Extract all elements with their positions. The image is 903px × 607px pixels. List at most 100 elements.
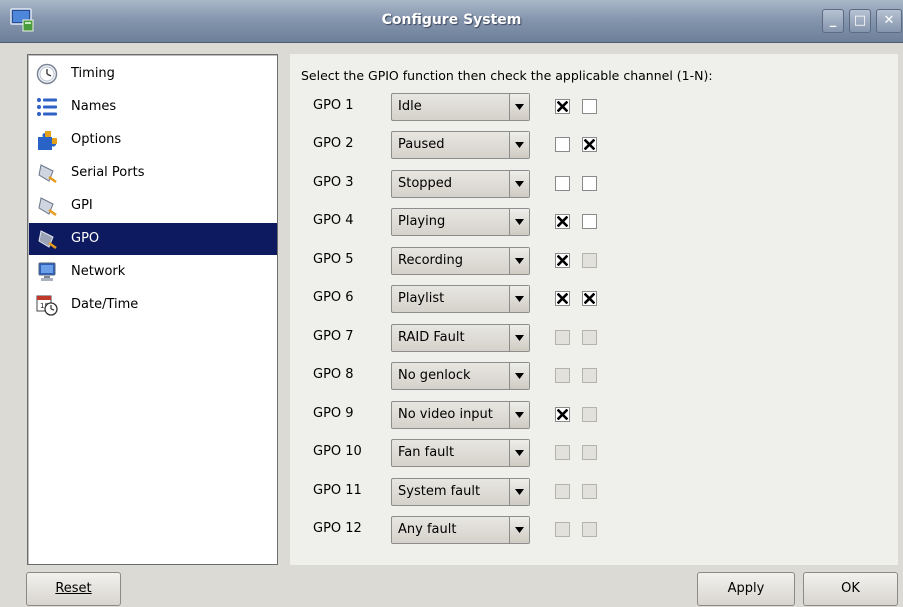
channel-2-checkbox[interactable] xyxy=(582,176,597,191)
dropdown-arrow-button[interactable] xyxy=(509,479,529,505)
gpo-label: GPO 6 xyxy=(313,290,354,305)
channel-1-checkbox[interactable] xyxy=(555,407,570,422)
chevron-down-icon xyxy=(515,142,524,148)
dropdown-arrow-button[interactable] xyxy=(509,517,529,543)
sidebar-item-serial-ports[interactable]: Serial Ports xyxy=(29,157,277,189)
sidebar-item-label: Network xyxy=(71,264,126,279)
channel-1-checkbox[interactable] xyxy=(555,253,570,268)
sidebar-item-network[interactable]: Network xyxy=(29,256,277,288)
chevron-down-icon xyxy=(515,296,524,302)
channel-1-checkbox[interactable] xyxy=(555,484,570,499)
minimize-icon: _ xyxy=(829,13,837,28)
gpo-function-value: Idle xyxy=(398,99,422,114)
gpo-label: GPO 4 xyxy=(313,213,354,228)
gpo-row: GPO 12 Any fault xyxy=(290,514,898,544)
gpo-function-select[interactable]: Playlist xyxy=(391,285,530,313)
gpo-function-select[interactable]: Any fault xyxy=(391,516,530,544)
gpo-function-value: Recording xyxy=(398,253,464,268)
channel-1-checkbox[interactable] xyxy=(555,522,570,537)
apply-button-label: Apply xyxy=(727,581,765,596)
x-check-icon xyxy=(584,139,595,150)
channel-2-checkbox[interactable] xyxy=(582,330,597,345)
maximize-button[interactable]: □ xyxy=(849,9,871,33)
sidebar-item-names[interactable]: Names xyxy=(29,91,277,123)
channel-1-checkbox[interactable] xyxy=(555,214,570,229)
gpo-label: GPO 8 xyxy=(313,367,354,382)
dropdown-arrow-button[interactable] xyxy=(509,325,529,351)
gpo-function-select[interactable]: Fan fault xyxy=(391,439,530,467)
channel-2-checkbox[interactable] xyxy=(582,291,597,306)
sidebar-item-label: Names xyxy=(71,99,117,114)
minimize-button[interactable]: _ xyxy=(822,9,844,33)
dropdown-arrow-button[interactable] xyxy=(509,132,529,158)
channel-2-checkbox[interactable] xyxy=(582,445,597,460)
channel-1-checkbox[interactable] xyxy=(555,330,570,345)
gpo-function-select[interactable]: System fault xyxy=(391,478,530,506)
channel-2-checkbox[interactable] xyxy=(582,214,597,229)
gpo-label: GPO 2 xyxy=(313,136,354,151)
gpo-row: GPO 3 Stopped xyxy=(290,168,898,198)
chevron-down-icon xyxy=(515,181,524,187)
list-icon xyxy=(36,96,58,118)
gpo-function-select[interactable]: Stopped xyxy=(391,170,530,198)
channel-1-checkbox[interactable] xyxy=(555,445,570,460)
dropdown-arrow-button[interactable] xyxy=(509,402,529,428)
sidebar-item-gpo[interactable]: GPO xyxy=(29,223,277,255)
sidebar-item-label: Serial Ports xyxy=(71,165,145,180)
ok-button[interactable]: OK xyxy=(803,572,898,606)
channel-2-checkbox[interactable] xyxy=(582,407,597,422)
calendar-clock-icon: 18 xyxy=(36,294,58,316)
dropdown-arrow-button[interactable] xyxy=(509,209,529,235)
dropdown-arrow-button[interactable] xyxy=(509,286,529,312)
gpo-function-value: Fan fault xyxy=(398,445,455,460)
channel-1-checkbox[interactable] xyxy=(555,291,570,306)
dropdown-arrow-button[interactable] xyxy=(509,248,529,274)
gpo-function-select[interactable]: Recording xyxy=(391,247,530,275)
gpo-settings-panel: Select the GPIO function then check the … xyxy=(290,54,898,565)
channel-1-checkbox[interactable] xyxy=(555,368,570,383)
gpo-function-select[interactable]: Idle xyxy=(391,93,530,121)
connector-icon xyxy=(36,195,58,217)
puzzle-icon xyxy=(36,129,58,151)
gpo-function-value: Playlist xyxy=(398,291,445,306)
sidebar-item-options[interactable]: Options xyxy=(29,124,277,156)
x-check-icon xyxy=(557,293,568,304)
gpo-row: GPO 5 Recording xyxy=(290,245,898,275)
gpo-function-value: Playing xyxy=(398,214,446,229)
channel-2-checkbox[interactable] xyxy=(582,522,597,537)
gpo-function-select[interactable]: Paused xyxy=(391,131,530,159)
sidebar-item-timing[interactable]: Timing xyxy=(29,58,277,90)
gpo-function-value: No video input xyxy=(398,407,493,422)
reset-button[interactable]: Reset xyxy=(26,572,121,606)
channel-2-checkbox[interactable] xyxy=(582,99,597,114)
dropdown-arrow-button[interactable] xyxy=(509,171,529,197)
dropdown-arrow-button[interactable] xyxy=(509,363,529,389)
gpo-function-select[interactable]: No video input xyxy=(391,401,530,429)
gpo-label: GPO 3 xyxy=(313,175,354,190)
gpo-function-select[interactable]: Playing xyxy=(391,208,530,236)
sidebar-item-date-time[interactable]: 18 Date/Time xyxy=(29,289,277,321)
gpo-function-select[interactable]: RAID Fault xyxy=(391,324,530,352)
channel-2-checkbox[interactable] xyxy=(582,137,597,152)
monitor-icon xyxy=(36,261,58,283)
dropdown-arrow-button[interactable] xyxy=(509,440,529,466)
sidebar-item-gpi[interactable]: GPI xyxy=(29,190,277,222)
sidebar-item-label: Options xyxy=(71,132,122,147)
connector-icon xyxy=(36,228,58,250)
window-title: Configure System xyxy=(381,12,522,28)
close-button[interactable]: ✕ xyxy=(876,9,902,33)
channel-2-checkbox[interactable] xyxy=(582,484,597,499)
channel-1-checkbox[interactable] xyxy=(555,99,570,114)
title-bar[interactable]: Configure System _ □ ✕ xyxy=(0,0,903,43)
sidebar-item-label: GPI xyxy=(71,198,93,213)
gpo-row: GPO 8 No genlock xyxy=(290,360,898,390)
channel-1-checkbox[interactable] xyxy=(555,176,570,191)
channel-2-checkbox[interactable] xyxy=(582,368,597,383)
apply-button[interactable]: Apply xyxy=(697,572,795,606)
channel-1-checkbox[interactable] xyxy=(555,137,570,152)
dropdown-arrow-button[interactable] xyxy=(509,94,529,120)
channel-2-checkbox[interactable] xyxy=(582,253,597,268)
gpo-row: GPO 4 Playing xyxy=(290,206,898,236)
instruction-text: Select the GPIO function then check the … xyxy=(301,68,713,83)
gpo-function-select[interactable]: No genlock xyxy=(391,362,530,390)
